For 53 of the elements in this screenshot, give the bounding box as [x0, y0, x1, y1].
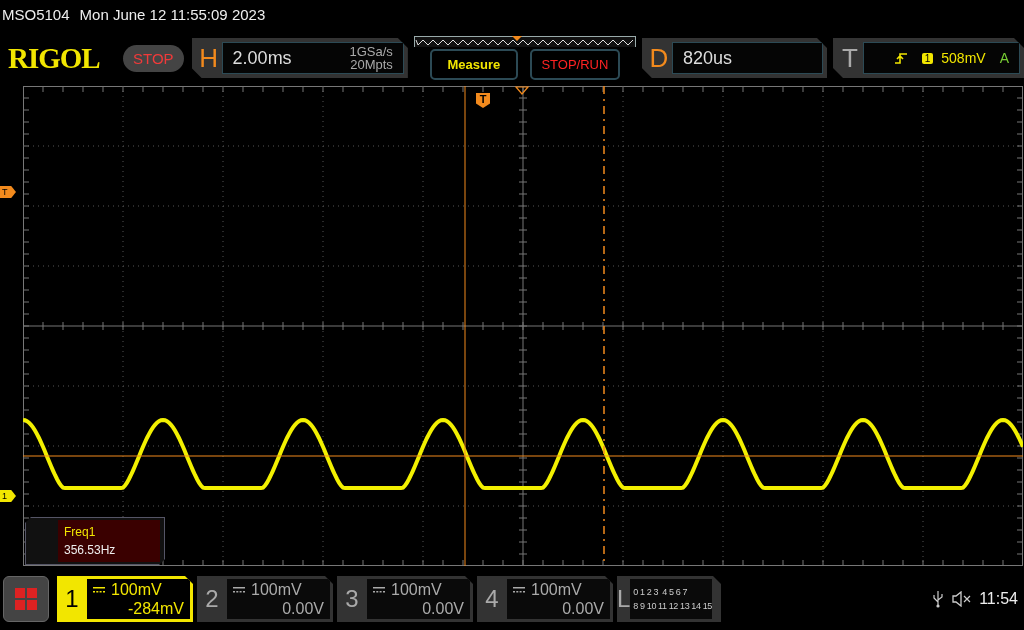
- measurement-value: 356.53Hz: [64, 543, 117, 557]
- sample-rate: 1GSa/s: [349, 45, 393, 58]
- channel-number: 3: [344, 584, 360, 614]
- model-name: MSO5104: [2, 5, 70, 23]
- trigger-level-marker[interactable]: T: [0, 186, 16, 198]
- run-state-badge: STOP: [123, 44, 184, 72]
- channel-marker[interactable]: 1: [0, 490, 16, 502]
- channel-control[interactable]: 2 100mV 0.00V: [197, 576, 333, 622]
- timebase-value: 2.00ms: [232, 47, 292, 69]
- channel-scale: 100mV: [111, 580, 162, 599]
- trigger-panel[interactable]: T 1 508mV A: [833, 38, 1024, 78]
- usb-icon: [933, 590, 944, 608]
- rising-edge-icon: [893, 51, 908, 65]
- memory-depth: 20Mpts: [350, 58, 393, 71]
- trigger-level: 508mV: [941, 50, 986, 66]
- channel-number: 4: [484, 584, 500, 614]
- dc-coupling-icon: [373, 586, 385, 593]
- channel-scale: 100mV: [531, 580, 582, 599]
- logic-bits: 8 9 10 11 12 13 14 15: [633, 601, 712, 611]
- dc-coupling-icon: [233, 586, 245, 593]
- trigger-position-icon: [514, 86, 530, 95]
- trigger-mode: A: [999, 50, 1009, 66]
- logo: RIGOL: [8, 41, 101, 75]
- channel-offset: 0.00V: [562, 599, 604, 618]
- horizontal-panel[interactable]: H 2.00ms 1GSa/s 20Mpts: [191, 38, 408, 78]
- dc-coupling-icon: [93, 586, 105, 593]
- channel-offset: 0.00V: [422, 599, 464, 618]
- panel-letter: H: [198, 42, 219, 74]
- panel-letter: T: [841, 42, 859, 74]
- speaker-muted-icon: [951, 591, 972, 607]
- channel-scale: 100mV: [251, 580, 302, 599]
- delay-value: 820us: [682, 47, 732, 69]
- channel-offset: -284mV: [127, 599, 184, 618]
- logic-bits: 0 1 2 3 4 5 6 7: [633, 587, 688, 597]
- clock-time: 11:54: [979, 590, 1018, 608]
- menu-button[interactable]: [3, 576, 49, 622]
- channel-number: 1: [64, 584, 80, 614]
- channel-number: 2: [204, 584, 220, 614]
- channel-offset: 0.00V: [282, 599, 324, 618]
- date-time: Mon June 12 11:55:09 2023: [79, 5, 266, 23]
- measurement-name: Freq1: [64, 525, 97, 539]
- logic-label: L: [617, 584, 631, 614]
- channel-scale: 100mV: [391, 580, 442, 599]
- stop-run-button[interactable]: STOP/RUN: [529, 49, 620, 80]
- grid-icon: [14, 587, 38, 611]
- panel-letter: D: [648, 42, 670, 74]
- channel-control[interactable]: 1 100mV -284mV: [57, 576, 193, 622]
- trigger-source-badge: 1: [921, 52, 934, 64]
- dc-coupling-icon: [513, 586, 525, 593]
- measure-button[interactable]: Measure: [429, 49, 518, 80]
- channel-control[interactable]: 3 100mV 0.00V: [337, 576, 473, 622]
- delay-panel[interactable]: D 820us: [641, 38, 827, 78]
- channel-control[interactable]: 4 100mV 0.00V: [477, 576, 613, 622]
